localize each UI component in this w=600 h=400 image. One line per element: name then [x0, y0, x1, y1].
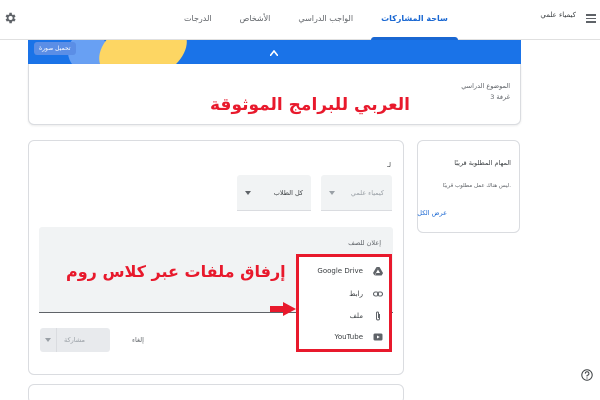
youtube-icon: [373, 333, 383, 341]
tab-people[interactable]: الأشخاص: [226, 0, 285, 40]
attach-link[interactable]: رابط: [349, 288, 383, 300]
tab-stream[interactable]: ساحة المشاركات: [367, 0, 462, 40]
menu-icon[interactable]: [586, 14, 596, 23]
overlay-caption: إرفاق ملفات عبر كلاس روم: [66, 262, 286, 281]
cancel-button[interactable]: إلغاء: [132, 336, 144, 344]
link-icon: [373, 291, 383, 297]
upcoming-title: المهام المطلوبة قريبًا: [454, 159, 511, 167]
gear-icon[interactable]: [3, 11, 17, 25]
tab-classwork[interactable]: الواجب الدراسي: [284, 0, 367, 40]
for-label: لـ: [387, 161, 391, 169]
attachment-options: Google Drive رابط ملف YouTube: [296, 254, 392, 352]
announcement-placeholder: إعلان للصف: [348, 239, 381, 247]
stream-post-card: [28, 384, 404, 400]
class-select-value: كيمياء علمي: [350, 189, 384, 197]
post-button-label: مشاركة: [64, 336, 85, 344]
banner-decoration: [89, 40, 197, 64]
google-drive-icon: [373, 267, 383, 276]
tab-grades[interactable]: الدرجات: [170, 0, 226, 40]
top-app-bar: ساحة المشاركات الواجب الدراسي الأشخاص ال…: [0, 0, 600, 40]
chevron-down-icon[interactable]: [45, 338, 51, 342]
upcoming-card: المهام المطلوبة قريبًا ليس هناك عمل مطلو…: [417, 140, 520, 233]
class-title[interactable]: كيمياء علمي: [536, 10, 576, 20]
arrow-right-icon: [270, 302, 296, 316]
main-tabs: ساحة المشاركات الواجب الدراسي الأشخاص ال…: [170, 0, 462, 40]
upload-photo-button[interactable]: تحميل صورة: [34, 42, 76, 55]
chevron-up-icon[interactable]: [270, 50, 278, 56]
subject-label: الموضوع الدراسي: [461, 82, 510, 90]
students-select-value: كل الطلاب: [273, 189, 303, 197]
attach-file[interactable]: ملف: [350, 310, 383, 322]
class-select[interactable]: كيمياء علمي: [321, 175, 392, 211]
view-all-link[interactable]: عرض الكل: [417, 209, 447, 217]
students-select[interactable]: كل الطلاب: [237, 175, 311, 211]
attach-youtube[interactable]: YouTube: [335, 331, 383, 343]
chevron-down-icon: [245, 191, 251, 195]
overlay-caption: العربي للبرامج الموثوقة: [210, 95, 410, 115]
post-button[interactable]: مشاركة: [40, 328, 110, 352]
divider: [56, 328, 57, 352]
chevron-down-icon: [329, 191, 335, 195]
attach-google-drive[interactable]: Google Drive: [317, 265, 383, 277]
help-icon[interactable]: [581, 369, 593, 381]
room-label: غرفة 3: [490, 93, 510, 101]
upcoming-empty-text: ليس هناك عمل مطلوب قريبًا.: [442, 183, 511, 189]
paperclip-icon: [376, 311, 380, 321]
